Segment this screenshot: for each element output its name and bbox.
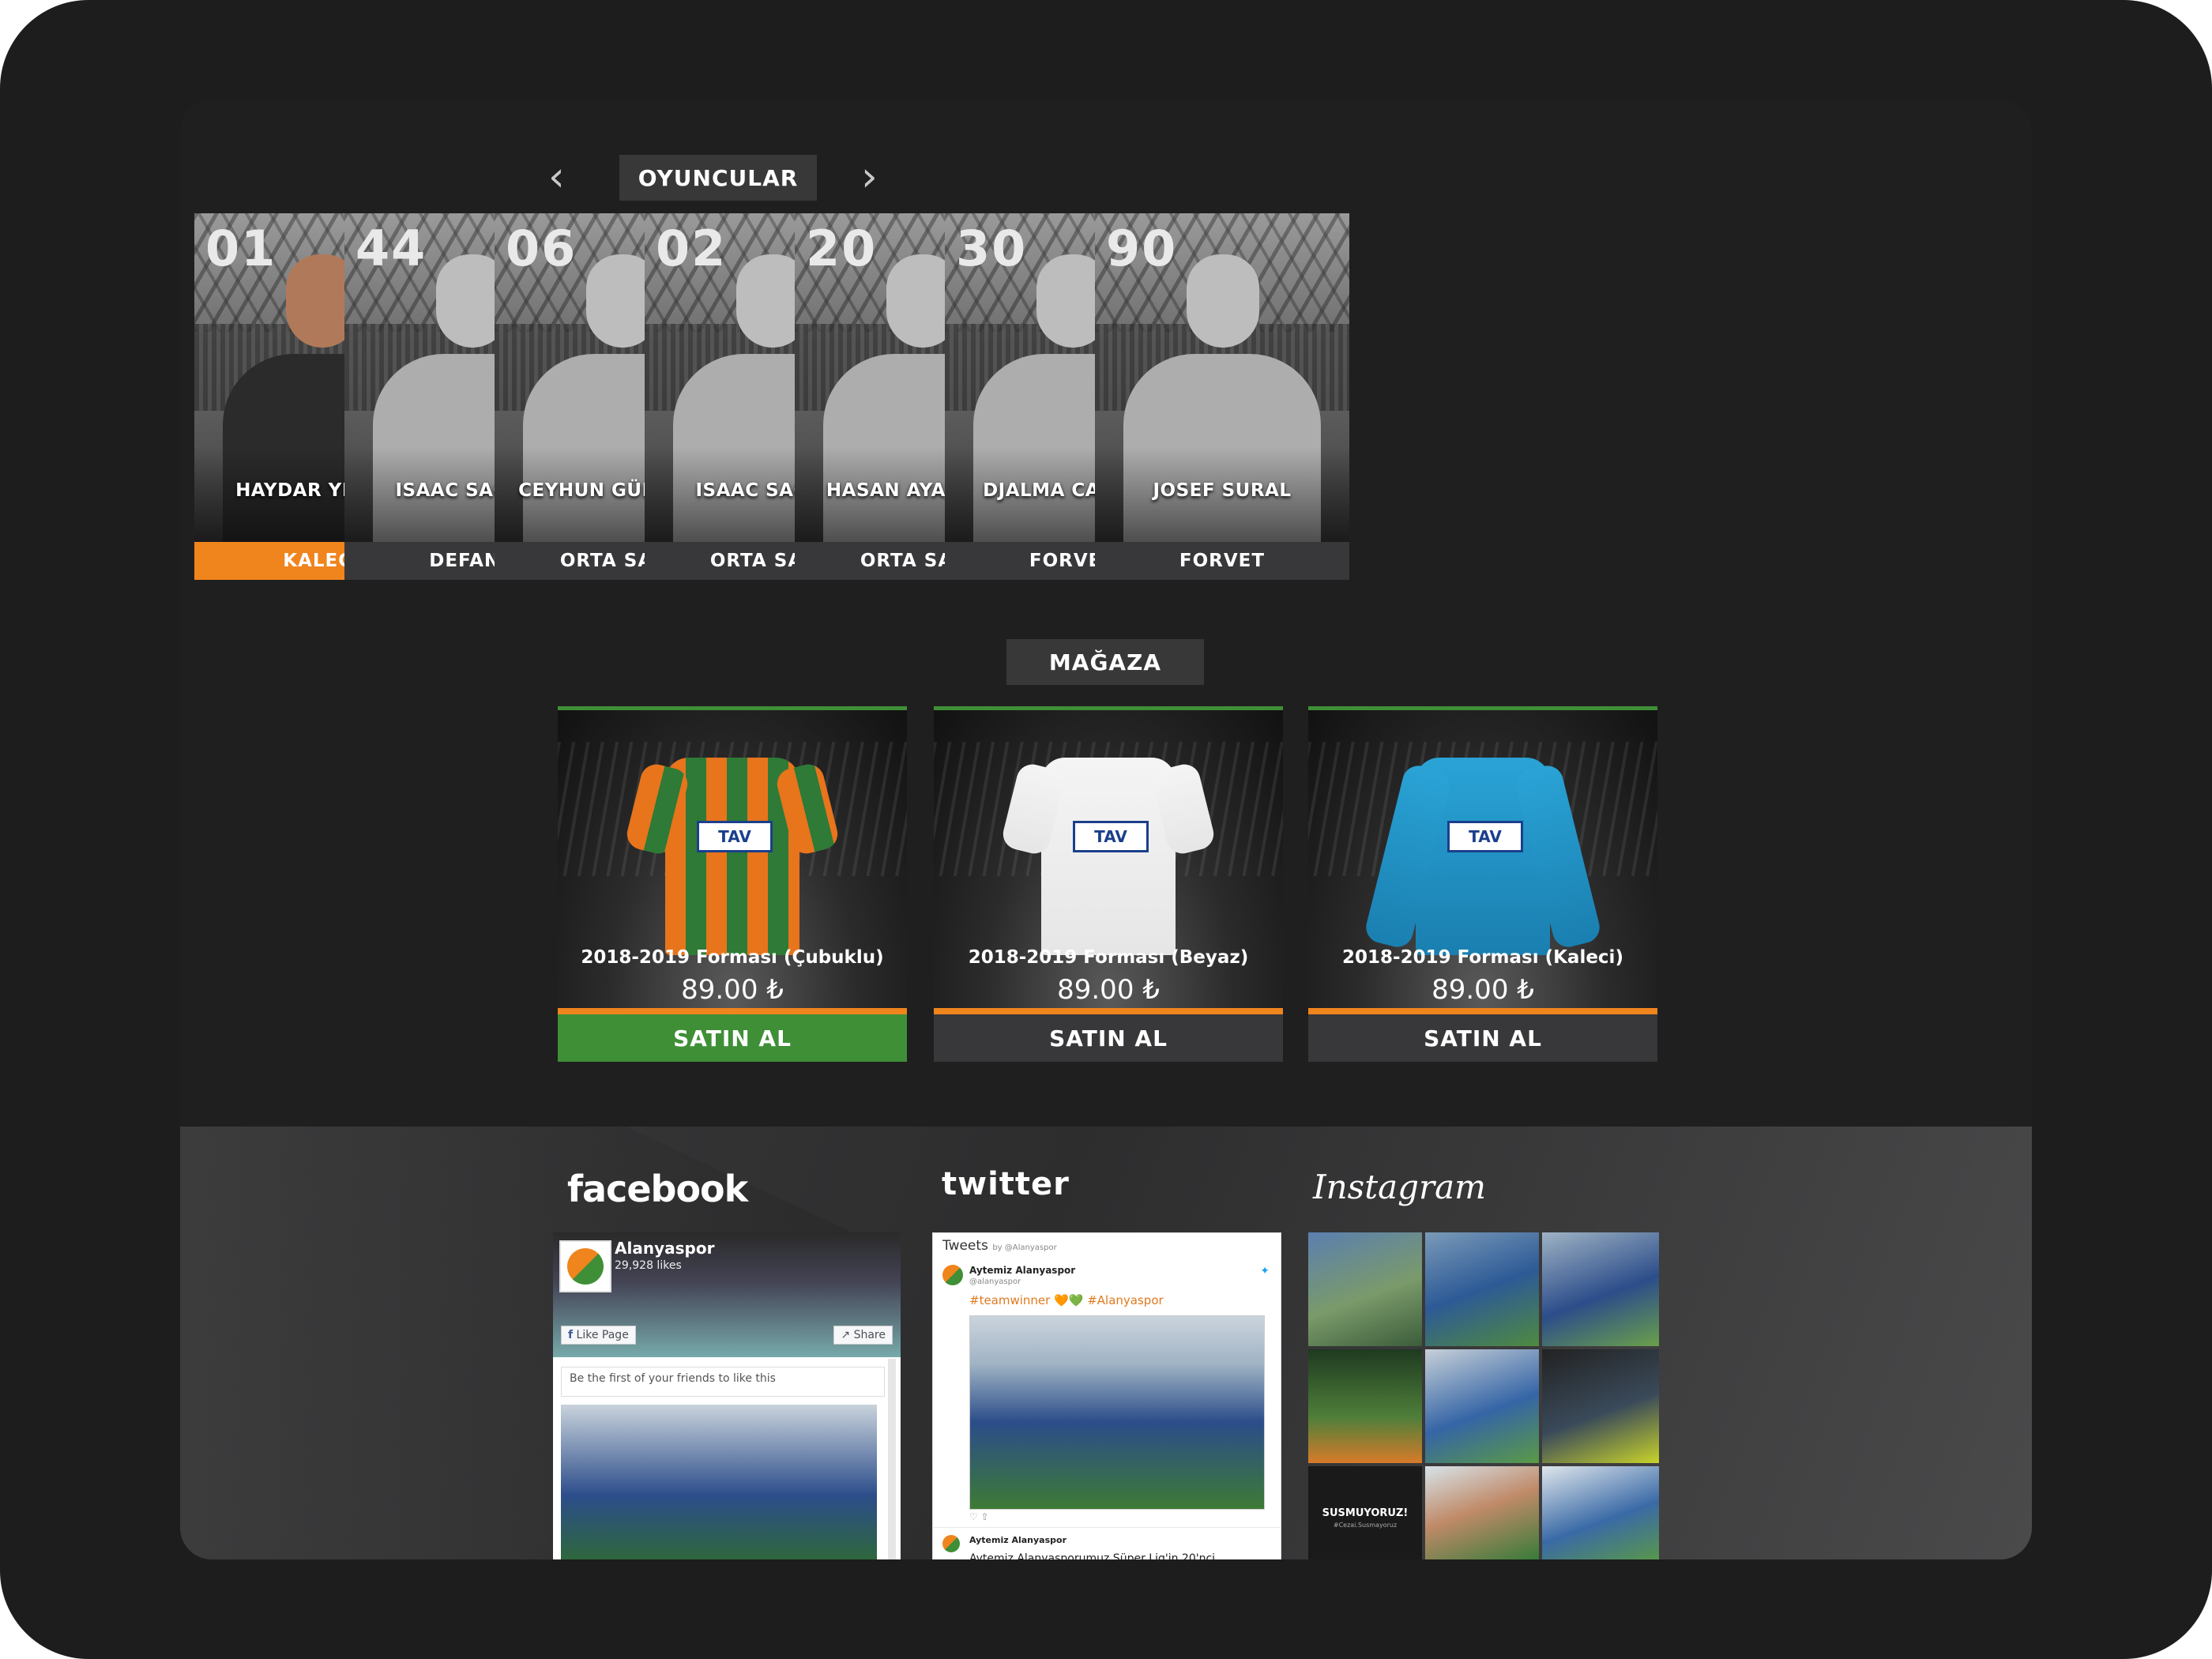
instagram-photo[interactable] <box>1308 1349 1422 1463</box>
player-number: 01 <box>205 220 277 277</box>
instagram-photo[interactable] <box>1425 1349 1539 1463</box>
player-number: 30 <box>956 220 1028 277</box>
twitter-widget: Tweets by @Alanyaspor Aytemiz Alanyaspor… <box>932 1232 1281 1559</box>
player-card[interactable]: 90 JOSEF SURAL FORVET <box>1095 213 1349 580</box>
facebook-scrollbar[interactable] <box>888 1359 896 1559</box>
instagram-grid: SUSMUYORUZ! #Cezai.Susmayoruz <box>1308 1232 1659 1559</box>
tweet-text: #teamwinner 🧡💚 #Alanyaspor <box>969 1293 1164 1307</box>
share-icon: ↗ <box>841 1329 851 1341</box>
instagram-photo[interactable] <box>1542 1232 1659 1346</box>
sponsor-logo: TAV <box>1447 821 1523 852</box>
instagram-tile-subtext: #Cezai.Susmayoruz <box>1333 1522 1398 1529</box>
product-price: 89.00 ₺ <box>1431 974 1534 1006</box>
product-card[interactable]: TAV 2018-2019 Forması (Çubuklu) 89.00 ₺ … <box>558 706 907 1062</box>
website-screen: ‹ OYUNCULAR › 01 HAYDAR YILMAZ KALECİ 44… <box>180 100 2032 1559</box>
jersey-image: TAV <box>623 742 841 971</box>
product-name: 2018-2019 Forması (Beyaz) <box>968 947 1249 968</box>
facebook-post-photo[interactable] <box>561 1405 877 1559</box>
instagram-photo[interactable] <box>1308 1232 1422 1346</box>
tweet2-author[interactable]: Aytemiz Alanyaspor <box>969 1535 1066 1545</box>
instagram-photo[interactable] <box>1425 1466 1539 1559</box>
share-button-label: Share <box>853 1329 886 1341</box>
tweet2-text: Aytemiz Alanyasporumuz Süper Lig'in 20'n… <box>969 1552 1216 1559</box>
tweet-actions[interactable]: ♡ ⇧ <box>969 1511 989 1522</box>
instagram-photo[interactable] <box>1542 1466 1659 1559</box>
player-photo[interactable]: 90 JOSEF SURAL <box>1095 213 1349 542</box>
twitter-bird-icon: ✦ <box>1260 1265 1270 1277</box>
twitter-widget-header: Tweets by @Alanyaspor <box>942 1238 1057 1254</box>
facebook-like-button[interactable]: f Like Page <box>561 1326 636 1345</box>
player-number: 02 <box>656 220 728 277</box>
chevron-right-icon[interactable]: › <box>861 156 878 198</box>
facebook-likes-count: 29,928 likes <box>615 1259 682 1272</box>
product-image[interactable]: TAV 2018-2019 Forması (Çubuklu) 89.00 ₺ <box>558 706 907 1012</box>
product-image[interactable]: TAV 2018-2019 Forması (Kaleci) 89.00 ₺ <box>1308 706 1657 1012</box>
social-feeds-section: facebook twitter Instagram Alanyaspor 29… <box>180 1127 2032 1559</box>
facebook-friends-text: Be the first of your friends to like thi… <box>561 1367 885 1397</box>
player-position: FORVET <box>1095 542 1349 580</box>
sponsor-logo: TAV <box>697 821 773 852</box>
product-card[interactable]: TAV 2018-2019 Forması (Kaleci) 89.00 ₺ S… <box>1308 706 1657 1062</box>
tweet2-avatar[interactable] <box>942 1535 960 1552</box>
tweet-photo[interactable] <box>969 1315 1265 1510</box>
product-image[interactable]: TAV 2018-2019 Forması (Beyaz) 89.00 ₺ <box>934 706 1283 1012</box>
tweet-avatar[interactable] <box>942 1265 963 1285</box>
players-section-title: OYUNCULAR <box>619 155 817 201</box>
store-section-title: MAĞAZA <box>1006 639 1204 685</box>
jersey-image: TAV <box>1363 742 1603 971</box>
product-name: 2018-2019 Forması (Kaleci) <box>1342 947 1623 968</box>
tweet-handle[interactable]: @alanyaspor <box>969 1277 1021 1286</box>
device-frame: ‹ OYUNCULAR › 01 HAYDAR YILMAZ KALECİ 44… <box>0 0 2212 1659</box>
twitter-logo[interactable]: twitter <box>942 1166 1070 1202</box>
buy-button[interactable]: SATIN AL <box>558 1008 907 1062</box>
buy-button[interactable]: SATIN AL <box>934 1008 1283 1062</box>
player-name: JOSEF SURAL <box>1153 480 1292 501</box>
product-card[interactable]: TAV 2018-2019 Forması (Beyaz) 89.00 ₺ SA… <box>934 706 1283 1062</box>
jersey-image: TAV <box>999 742 1217 971</box>
product-price: 89.00 ₺ <box>681 974 784 1006</box>
alanyaspor-logo <box>559 1240 611 1292</box>
player-number: 44 <box>356 220 427 277</box>
facebook-f-icon: f <box>568 1329 574 1341</box>
like-button-label: Like Page <box>576 1329 629 1341</box>
buy-button[interactable]: SATIN AL <box>1308 1008 1657 1062</box>
product-name: 2018-2019 Forması (Çubuklu) <box>581 947 884 968</box>
product-price: 89.00 ₺ <box>1057 974 1160 1006</box>
instagram-photo[interactable] <box>1425 1232 1539 1346</box>
tweet-author[interactable]: Aytemiz Alanyaspor <box>969 1265 1075 1276</box>
player-number: 20 <box>806 220 878 277</box>
chevron-left-icon[interactable]: ‹ <box>548 156 565 198</box>
instagram-logo[interactable]: Instagram <box>1313 1168 1486 1206</box>
tweets-label: Tweets <box>942 1238 988 1254</box>
player-number: 06 <box>506 220 577 277</box>
player-number: 90 <box>1106 220 1178 277</box>
facebook-page-name[interactable]: Alanyaspor <box>615 1239 714 1258</box>
sponsor-logo: TAV <box>1073 821 1149 852</box>
instagram-tile-text: SUSMUYORUZ! <box>1322 1507 1409 1519</box>
facebook-logo[interactable]: facebook <box>567 1168 748 1210</box>
instagram-photo[interactable] <box>1542 1349 1659 1463</box>
instagram-photo[interactable]: SUSMUYORUZ! #Cezai.Susmayoruz <box>1308 1466 1422 1559</box>
facebook-share-button[interactable]: ↗ Share <box>833 1326 893 1345</box>
tweets-by-label: by @Alanyaspor <box>992 1243 1057 1252</box>
facebook-widget: Alanyaspor 29,928 likes f Like Page ↗ Sh… <box>553 1232 901 1559</box>
